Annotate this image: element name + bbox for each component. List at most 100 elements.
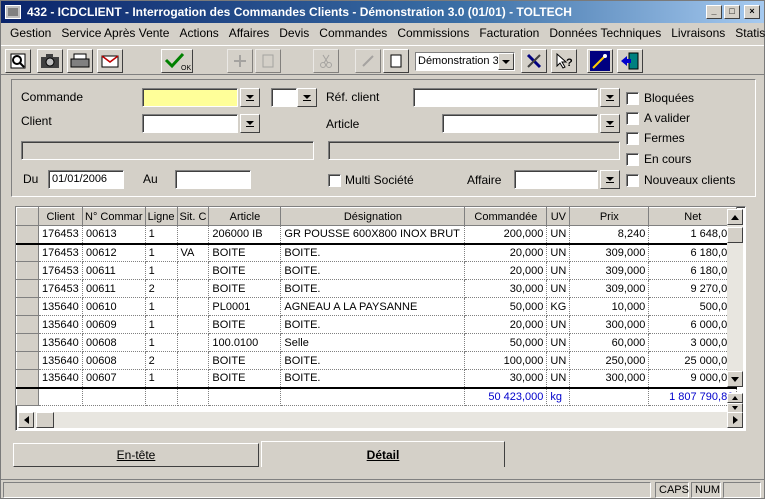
cell-prix[interactable]: 10,000 <box>569 297 650 316</box>
cell-net[interactable]: 6 180,00 <box>648 261 738 280</box>
cell-prix[interactable]: 309,000 <box>569 261 650 280</box>
article-field[interactable] <box>442 114 598 133</box>
cell-ligne[interactable]: 1 <box>145 333 178 352</box>
column-header-client[interactable]: Client <box>38 207 83 226</box>
cell-article[interactable]: 206000 IB <box>208 225 282 245</box>
cell-commandee[interactable]: 20,000 <box>464 261 548 280</box>
cell-commande[interactable]: 00607 <box>82 369 146 388</box>
cell-uv[interactable]: UN <box>546 261 571 280</box>
a-valider-checkbox[interactable] <box>626 112 639 125</box>
client-lookup-button[interactable] <box>240 114 260 133</box>
cell-net[interactable]: 6 180,00 <box>648 243 738 262</box>
row-indicator[interactable] <box>16 333 39 352</box>
menu-statistiques[interactable]: Statistiques <box>730 26 765 40</box>
column-header-prix[interactable]: Prix <box>569 207 650 226</box>
cell-client[interactable]: 176453 <box>38 261 83 280</box>
cell-commandee[interactable]: 200,000 <box>464 225 548 245</box>
date-to-field[interactable] <box>175 170 251 189</box>
print-button[interactable] <box>67 49 93 73</box>
commande-suffix-dropdown[interactable] <box>297 88 317 107</box>
cell-commande[interactable]: 00608 <box>82 351 146 370</box>
table-row[interactable]: 135640 00609 1 BOITE BOITE. 20,000 UN 30… <box>16 315 738 334</box>
cell-article[interactable]: BOITE <box>208 315 282 334</box>
cell-prix[interactable]: 300,000 <box>569 315 650 334</box>
cell-situation[interactable]: VA <box>177 243 210 262</box>
table-row[interactable]: 135640 00607 1 BOITE BOITE. 30,000 UN 30… <box>16 369 738 388</box>
ok-button[interactable]: OK <box>161 49 193 73</box>
menu-service-apres-vente[interactable]: Service Après Vente <box>56 26 174 40</box>
menu-donnees-techniques[interactable]: Données Techniques <box>544 26 666 40</box>
client-field[interactable] <box>142 114 238 133</box>
menu-affaires[interactable]: Affaires <box>224 26 274 40</box>
column-header-commande[interactable]: N° Commar <box>82 207 146 226</box>
cell-article[interactable]: BOITE <box>208 243 282 262</box>
cell-situation[interactable] <box>177 225 210 245</box>
menu-devis[interactable]: Devis <box>274 26 314 40</box>
cell-client[interactable]: 176453 <box>38 225 83 245</box>
affaire-field[interactable] <box>514 170 598 189</box>
scroll-up-button[interactable] <box>727 209 743 225</box>
bloquees-checkbox[interactable] <box>626 92 639 105</box>
column-header-article[interactable]: Article <box>208 207 282 226</box>
cell-situation[interactable] <box>177 297 210 316</box>
cell-client[interactable]: 176453 <box>38 243 83 262</box>
totals-scroll-up[interactable] <box>727 393 743 403</box>
row-indicator[interactable] <box>16 315 39 334</box>
cell-client[interactable]: 135640 <box>38 369 83 388</box>
cell-prix[interactable]: 309,000 <box>569 279 650 298</box>
multi-societe-checkbox[interactable] <box>328 174 341 187</box>
cell-commandee[interactable]: 50,000 <box>464 297 548 316</box>
table-row[interactable]: 135640 00608 1 100.0100 Selle 50,000 UN … <box>16 333 738 352</box>
cell-designation[interactable]: BOITE. <box>280 351 466 370</box>
cell-net[interactable]: 9 000,00 <box>648 369 738 388</box>
cell-situation[interactable] <box>177 333 210 352</box>
cell-uv[interactable]: UN <box>546 243 571 262</box>
cell-situation[interactable] <box>177 261 210 280</box>
cell-uv[interactable]: UN <box>546 369 571 388</box>
cell-client[interactable]: 176453 <box>38 279 83 298</box>
company-select[interactable]: Démonstration 3 <box>415 52 515 71</box>
cell-commandee[interactable]: 20,000 <box>464 315 548 334</box>
exit-button[interactable] <box>617 49 643 73</box>
cell-net[interactable]: 9 270,00 <box>648 279 738 298</box>
column-header-net[interactable]: Net <box>648 207 738 226</box>
affaire-dropdown[interactable] <box>600 170 620 189</box>
wizard-button[interactable] <box>587 49 613 73</box>
cell-situation[interactable] <box>177 369 210 388</box>
fermes-checkbox[interactable] <box>626 132 639 145</box>
cell-ligne[interactable]: 1 <box>145 315 178 334</box>
cell-client[interactable]: 135640 <box>38 351 83 370</box>
vertical-scrollbar[interactable] <box>727 209 743 387</box>
cell-ligne[interactable]: 1 <box>145 243 178 262</box>
cell-designation[interactable]: AGNEAU A LA PAYSANNE <box>280 297 466 316</box>
cell-client[interactable]: 135640 <box>38 315 83 334</box>
company-select-arrow[interactable] <box>498 53 514 70</box>
cell-net[interactable]: 25 000,00 <box>648 351 738 370</box>
cell-net[interactable]: 3 000,00 <box>648 333 738 352</box>
cell-prix[interactable]: 250,000 <box>569 351 650 370</box>
scroll-left-button[interactable] <box>18 412 34 428</box>
cell-prix[interactable]: 300,000 <box>569 369 650 388</box>
cell-prix[interactable]: 60,000 <box>569 333 650 352</box>
cell-designation[interactable]: BOITE. <box>280 369 466 388</box>
cell-designation[interactable]: BOITE. <box>280 315 466 334</box>
close-button[interactable]: × <box>744 5 760 19</box>
cell-designation[interactable]: Selle <box>280 333 466 352</box>
cell-uv[interactable]: UN <box>546 315 571 334</box>
cell-situation[interactable] <box>177 279 210 298</box>
cell-commandee[interactable]: 100,000 <box>464 351 548 370</box>
cell-prix[interactable]: 8,240 <box>569 225 650 245</box>
column-header-designation[interactable]: Désignation <box>280 207 466 226</box>
nouveaux-clients-checkbox[interactable] <box>626 174 639 187</box>
table-row[interactable]: 135640 00608 2 BOITE BOITE. 100,000 UN 2… <box>16 351 738 370</box>
cell-net[interactable]: 1 648,00 <box>648 225 738 245</box>
scroll-down-button[interactable] <box>727 371 743 387</box>
column-header-commandee[interactable]: Commandée <box>464 207 548 226</box>
cell-commande[interactable]: 00609 <box>82 315 146 334</box>
tools-button[interactable] <box>521 49 547 73</box>
cell-article[interactable]: BOITE <box>208 351 282 370</box>
cell-situation[interactable] <box>177 315 210 334</box>
cell-commandee[interactable]: 30,000 <box>464 279 548 298</box>
cell-commande[interactable]: 00610 <box>82 297 146 316</box>
commande-suffix-field[interactable] <box>271 88 297 107</box>
